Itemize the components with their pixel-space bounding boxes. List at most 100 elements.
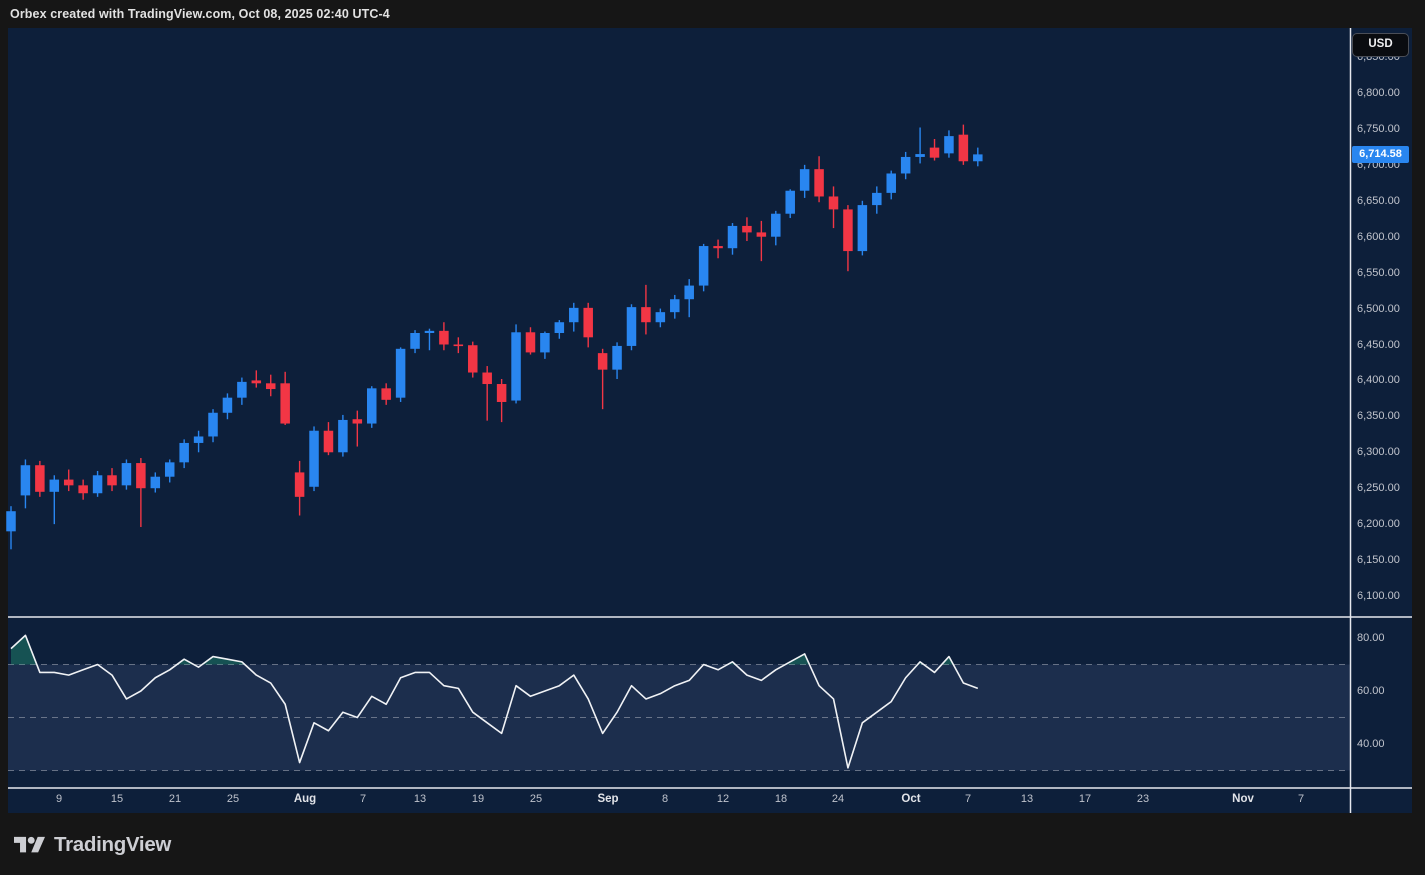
title-bar: Orbex created with TradingView.com, Oct … — [0, 0, 1425, 28]
candle-body — [497, 384, 507, 402]
candle-body — [223, 398, 233, 413]
candle-body — [598, 353, 608, 370]
candle-body — [468, 345, 478, 372]
candle-body — [410, 333, 420, 349]
currency-toggle-button[interactable]: USD — [1352, 33, 1409, 57]
candle — [35, 461, 45, 497]
candle-body — [944, 136, 954, 153]
candle-body — [843, 209, 853, 251]
candle-body — [757, 232, 767, 236]
chart-canvas[interactable] — [0, 0, 1425, 875]
candle-body — [151, 477, 161, 488]
time-axis-label: 7 — [360, 793, 366, 805]
candle-body — [266, 383, 276, 389]
time-axis-label: Sep — [597, 793, 618, 805]
candle-body — [641, 307, 651, 322]
price-axis-label: 6,500.00 — [1357, 302, 1400, 316]
candle-body — [901, 157, 911, 174]
candle-body — [814, 169, 824, 196]
candle — [627, 304, 637, 350]
time-axis-label: 15 — [111, 793, 123, 805]
time-axis-label: 7 — [1298, 793, 1304, 805]
candle-body — [858, 205, 868, 251]
candle-body — [482, 373, 492, 384]
tradingview-logo[interactable]: TradingView — [14, 830, 171, 860]
candle-body — [252, 380, 262, 383]
time-axis-label: 19 — [472, 793, 484, 805]
candle-body — [742, 226, 752, 232]
candle-body — [295, 472, 305, 496]
candle-body — [915, 154, 925, 157]
candle-body — [122, 463, 132, 485]
tradingview-logo-icon — [14, 833, 45, 858]
candle-body — [64, 480, 74, 486]
price-axis-label: 6,100.00 — [1357, 589, 1400, 603]
candle-body — [959, 135, 969, 162]
rsi-axis-label: 80.00 — [1357, 631, 1385, 645]
price-axis-label: 6,400.00 — [1357, 373, 1400, 387]
time-axis-label: 13 — [414, 793, 426, 805]
candle-body — [612, 346, 622, 370]
time-axis-label: Nov — [1232, 793, 1254, 805]
candle-body — [454, 345, 464, 347]
time-axis-label: 12 — [717, 793, 729, 805]
candle-body — [930, 148, 940, 158]
time-axis-label: 17 — [1079, 793, 1091, 805]
time-axis-label: 24 — [832, 793, 844, 805]
candle-body — [511, 332, 521, 400]
candle-body — [367, 388, 377, 423]
rsi-axis-label: 60.00 — [1357, 684, 1385, 698]
candle — [858, 201, 868, 256]
price-axis-label: 6,600.00 — [1357, 230, 1400, 244]
price-axis-label: 6,200.00 — [1357, 517, 1400, 531]
time-axis-label: 7 — [965, 793, 971, 805]
candle-body — [439, 331, 449, 345]
candle-body — [309, 431, 319, 487]
candle — [338, 415, 348, 457]
candle-body — [699, 246, 709, 286]
time-axis-label: 13 — [1021, 793, 1033, 805]
candle-body — [93, 475, 103, 493]
candle-body — [627, 307, 637, 346]
time-axis-label: Oct — [901, 793, 920, 805]
price-axis-label: 6,800.00 — [1357, 86, 1400, 100]
candle-body — [713, 246, 723, 248]
price-axis-label: 6,650.00 — [1357, 194, 1400, 208]
candle-body — [237, 382, 247, 398]
candle-body — [21, 465, 31, 495]
candle — [468, 342, 478, 378]
candle-body — [555, 322, 565, 333]
candle — [785, 189, 795, 218]
candle-body — [785, 191, 795, 214]
candle-body — [381, 388, 391, 399]
candle-body — [194, 436, 204, 442]
candle-body — [684, 286, 694, 300]
candle-body — [35, 465, 45, 492]
time-axis-label: 25 — [227, 793, 239, 805]
time-axis-label: 18 — [775, 793, 787, 805]
candle-body — [656, 312, 666, 322]
chart-attribution-title: Orbex created with TradingView.com, Oct … — [10, 7, 390, 21]
tradingview-logo-text: TradingView — [54, 833, 171, 857]
price-axis-label: 6,350.00 — [1357, 409, 1400, 423]
candle-body — [179, 443, 189, 462]
candle-body — [353, 419, 363, 423]
candle-body — [78, 485, 88, 493]
candle-body — [107, 475, 117, 485]
candle — [122, 459, 132, 489]
last-price-value: 6,714.58 — [1359, 148, 1402, 160]
price-axis-label: 6,550.00 — [1357, 266, 1400, 280]
time-axis-label: 8 — [662, 793, 668, 805]
candle-body — [280, 383, 290, 423]
candle-body — [165, 462, 175, 476]
price-axis-label: 6,300.00 — [1357, 445, 1400, 459]
last-price-badge: 6,714.58 — [1352, 146, 1409, 163]
price-axis-label: 6,250.00 — [1357, 481, 1400, 495]
time-axis-label: 21 — [169, 793, 181, 805]
candle-body — [208, 413, 218, 437]
candle-body — [50, 480, 60, 492]
candle-body — [396, 349, 406, 398]
candle — [396, 347, 406, 402]
candle-body — [886, 173, 896, 192]
candle-body — [800, 169, 810, 191]
